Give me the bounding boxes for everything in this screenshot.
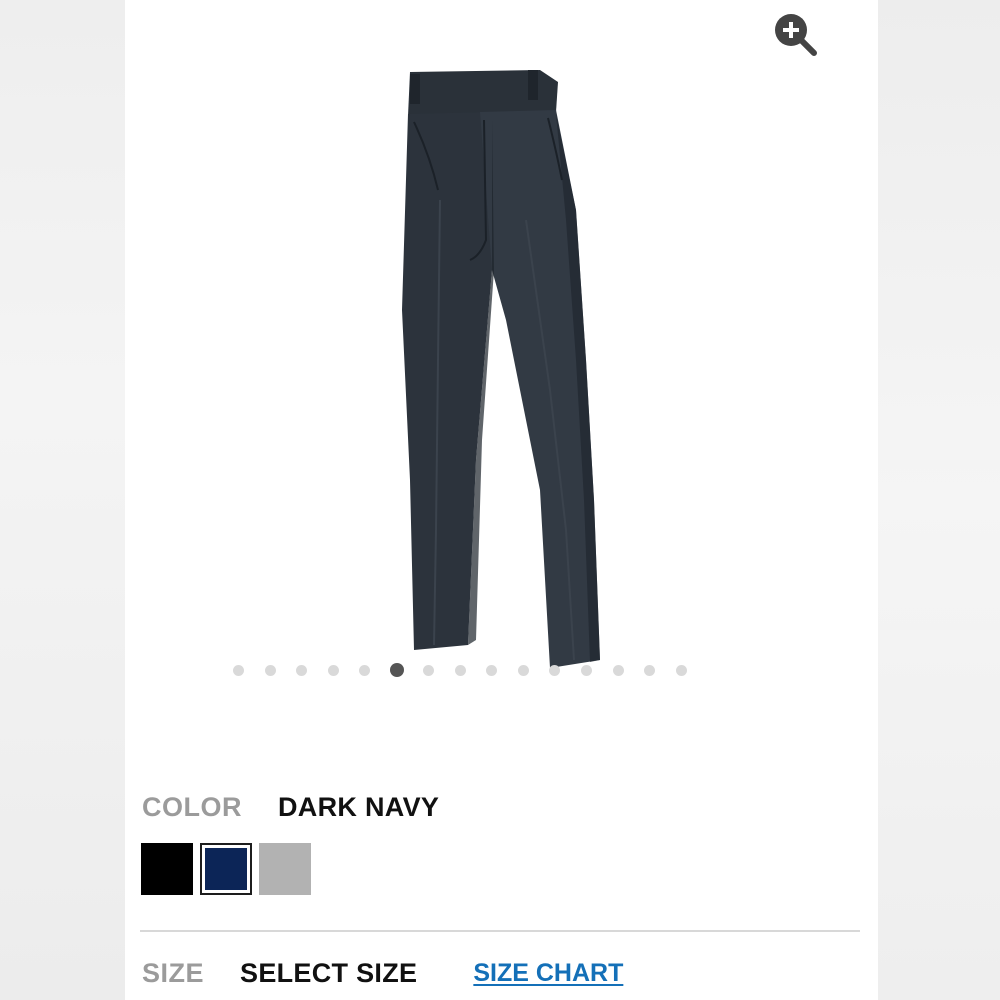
color-swatches — [141, 843, 318, 895]
swatch-fill — [205, 848, 247, 890]
divider — [140, 930, 860, 932]
carousel-dot[interactable] — [359, 664, 371, 676]
carousel-dot[interactable] — [422, 664, 434, 676]
carousel-dot[interactable] — [580, 664, 592, 676]
carousel-dot[interactable] — [233, 664, 244, 676]
size-chart-link[interactable]: SIZE CHART — [473, 959, 623, 988]
carousel-dot[interactable] — [612, 664, 624, 676]
product-image[interactable] — [380, 60, 605, 675]
carousel-dot[interactable] — [296, 664, 308, 676]
carousel-dots — [233, 662, 707, 678]
carousel-dot[interactable] — [264, 664, 276, 676]
carousel-dot[interactable] — [644, 664, 656, 676]
selected-color-value: DARK NAVY — [278, 791, 440, 822]
carousel-dot[interactable] — [517, 664, 529, 676]
carousel-dot[interactable] — [327, 664, 339, 676]
product-panel: COLOR DARK NAVY SIZE SELECT SIZE SIZE CH… — [125, 0, 878, 1000]
size-row: SIZE SELECT SIZE SIZE CHART — [142, 956, 623, 990]
size-label: SIZE — [142, 957, 205, 988]
carousel-dot[interactable] — [675, 664, 687, 676]
color-swatch[interactable] — [200, 843, 252, 895]
color-row: COLOR DARK NAVY — [142, 790, 439, 824]
zoom-in-button[interactable] — [772, 10, 820, 58]
page-background-left — [0, 0, 125, 1000]
swatch-fill — [141, 843, 193, 895]
size-select[interactable]: SELECT SIZE — [240, 958, 417, 989]
carousel-dot[interactable] — [389, 663, 404, 677]
page-background-right — [878, 0, 1000, 1000]
carousel-dot[interactable] — [454, 664, 466, 676]
color-swatch[interactable] — [141, 843, 193, 895]
zoom-in-icon — [775, 14, 817, 56]
carousel-dot[interactable] — [486, 664, 498, 676]
color-swatch[interactable] — [259, 843, 311, 895]
color-label: COLOR — [142, 791, 242, 822]
carousel-dot[interactable] — [549, 664, 561, 676]
product-gallery[interactable] — [125, 0, 878, 720]
swatch-fill — [259, 843, 311, 895]
